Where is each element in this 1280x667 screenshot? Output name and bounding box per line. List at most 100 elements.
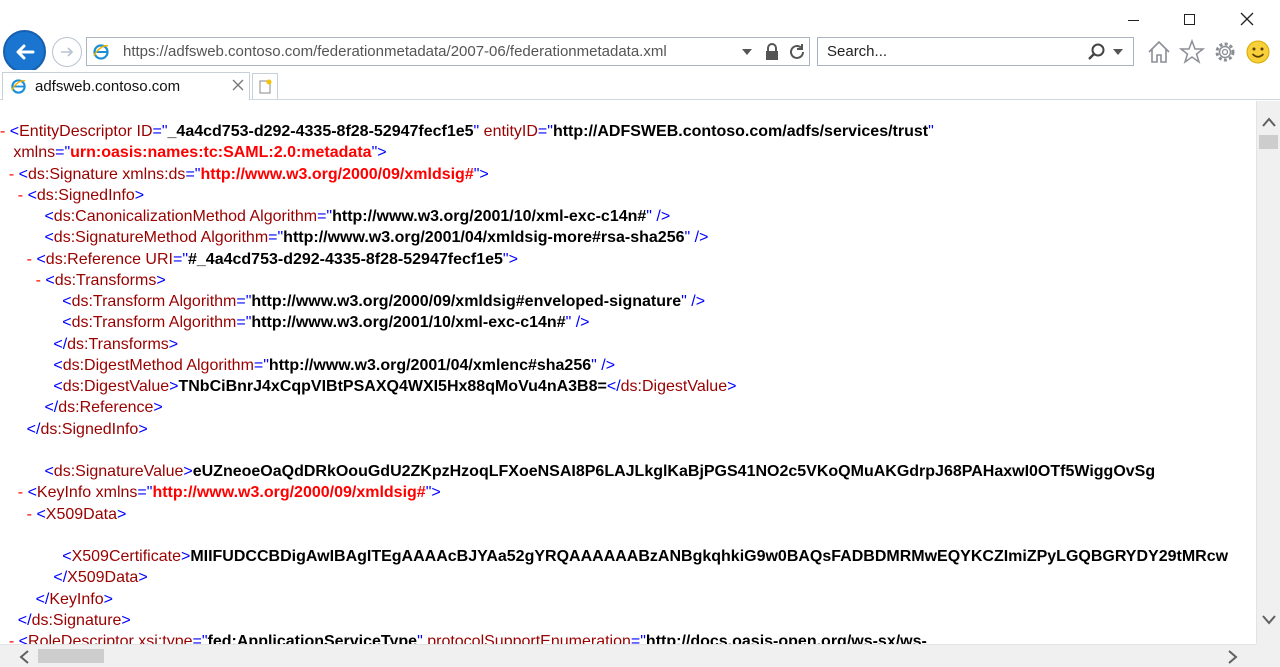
xml-tag-name: ds:Reference <box>45 250 141 268</box>
xml-line: <ds:CanonicalizationMethod Algorithm="ht… <box>0 206 1228 227</box>
xml-delimiter: > <box>156 271 166 289</box>
xml-tag-name: ds:SignatureMethod <box>53 229 197 247</box>
xml-delimiter: " /> <box>684 229 709 247</box>
collapse-toggle[interactable]: - <box>0 187 28 204</box>
xml-delimiter: > <box>138 569 148 587</box>
xml-attribute-name: Algorithm <box>165 293 237 310</box>
xml-delimiter: " /> <box>565 314 590 332</box>
refresh-icon[interactable] <box>787 42 807 62</box>
close-button[interactable] <box>1224 6 1270 32</box>
xml-delimiter: </ <box>0 335 68 353</box>
xml-line: - <X509Data> <box>0 504 1228 525</box>
xml-line <box>0 525 1228 546</box>
horizontal-scrollbar[interactable] <box>0 644 1256 667</box>
xml-delimiter: " /> <box>591 356 616 374</box>
xml-line: </X509Data> <box>0 567 1228 588</box>
xml-delimiter: < <box>0 463 54 480</box>
search-input[interactable]: Search... <box>827 43 887 60</box>
maximize-icon <box>1183 13 1195 25</box>
xml-value: fed:ApplicationServiceType <box>207 633 418 644</box>
xml-delimiter: =" <box>172 250 188 268</box>
forward-arrow-icon <box>61 47 74 57</box>
xml-attribute-name: Algorithm <box>245 208 318 225</box>
xml-delimiter: > <box>134 186 145 204</box>
gear-icon[interactable] <box>1211 38 1239 66</box>
xml-delimiter: </ <box>0 569 68 587</box>
xml-delimiter: < <box>18 165 29 183</box>
xml-line: - <ds:SignedInfo> <box>0 185 1228 206</box>
xml-delimiter: =" <box>236 314 252 332</box>
smiley-icon[interactable] <box>1244 38 1272 66</box>
maximize-button[interactable] <box>1166 6 1212 32</box>
home-icon[interactable] <box>1145 38 1173 66</box>
xml-delimiter: > <box>138 420 148 438</box>
scroll-down-icon[interactable] <box>1261 613 1277 627</box>
xml-tag-name: ds:Transforms <box>67 335 169 353</box>
xml-tag-name: ds:SignedInfo <box>36 186 135 204</box>
xml-value: http://ADFSWEB.contoso.com/adfs/services… <box>552 123 929 140</box>
xml-attribute-name: entityID <box>479 123 538 140</box>
xml-delimiter: =" <box>537 123 553 140</box>
collapse-toggle[interactable]: - <box>0 166 19 183</box>
vertical-scrollbar[interactable] <box>1256 101 1280 644</box>
xml-tag-name: ds:DigestValue <box>62 378 170 395</box>
xml-line: </ds:Transforms> <box>0 334 1228 355</box>
tab-title: adfsweb.contoso.com <box>35 78 181 95</box>
xml-line: - <ds:Transforms> <box>0 270 1228 291</box>
xml-delimiter: < <box>0 314 72 332</box>
horizontal-scroll-thumb[interactable] <box>38 649 104 663</box>
xml-delimiter: < <box>36 505 46 523</box>
tab-close-icon[interactable] <box>232 79 244 91</box>
xml-value: http://www.w3.org/2001/04/xmldsig-more#r… <box>283 229 685 247</box>
xml-tag-name: ds:DigestValue <box>620 378 728 395</box>
collapse-toggle[interactable]: - <box>0 633 19 644</box>
scroll-up-icon[interactable] <box>1261 115 1277 129</box>
xml-tag-name: RoleDescriptor <box>28 633 134 644</box>
search-box[interactable]: Search... <box>817 37 1134 66</box>
collapse-toggle[interactable]: - <box>0 251 36 268</box>
star-icon[interactable] <box>1178 38 1206 66</box>
search-dropdown-icon[interactable] <box>1113 49 1123 55</box>
collapse-toggle[interactable]: - <box>0 484 28 501</box>
scroll-left-icon[interactable] <box>17 650 31 664</box>
xml-delimiter: "> <box>502 250 518 268</box>
xml-delimiter: =" <box>55 144 71 162</box>
collapse-toggle[interactable]: - <box>0 123 10 140</box>
xml-tag-name: X509Data <box>67 569 139 587</box>
xml-delimiter: < <box>0 356 63 374</box>
new-tab-icon <box>259 79 272 93</box>
xml-line: - <KeyInfo xmlns="http://www.w3.org/2000… <box>0 482 1228 503</box>
xml-line: </KeyInfo> <box>0 589 1228 610</box>
xml-delimiter: < <box>27 484 37 502</box>
address-dropdown-icon[interactable] <box>742 49 752 55</box>
back-button[interactable] <box>3 30 46 73</box>
xml-value: #_4a4cd753-d292-4335-8f28-52947fecf1e5 <box>188 250 503 268</box>
xml-tag-name: X509Data <box>45 505 117 523</box>
tab-strip: adfsweb.contoso.com <box>0 70 1280 100</box>
xml-value: _4a4cd753-d292-4335-8f28-52947fecf1e5 <box>167 123 474 140</box>
xml-delimiter: </ <box>0 399 59 417</box>
address-url[interactable]: https://adfsweb.contoso.com/federationme… <box>123 43 667 60</box>
collapse-toggle[interactable]: - <box>0 272 45 289</box>
xml-tag-name: ds:CanonicalizationMethod <box>53 208 246 225</box>
collapse-toggle[interactable]: - <box>0 506 36 523</box>
lock-icon[interactable] <box>764 43 780 61</box>
xml-delimiter: =" <box>268 229 284 247</box>
xml-attribute-name: ID <box>132 123 153 140</box>
minimize-icon <box>1127 19 1139 21</box>
xml-delimiter: < <box>27 186 37 204</box>
vertical-scroll-thumb[interactable] <box>1259 135 1278 149</box>
tab-adfsweb[interactable]: adfsweb.contoso.com <box>2 72 250 100</box>
xml-delimiter: =" <box>152 123 168 140</box>
xml-delimiter: > <box>180 548 191 565</box>
xml-tag-name: X509Certificate <box>71 548 181 565</box>
xml-line: </ds:Signature> <box>0 610 1228 631</box>
forward-button[interactable] <box>52 37 82 67</box>
new-tab-button[interactable] <box>252 73 278 99</box>
xml-delimiter: </ <box>0 420 41 438</box>
minimize-button[interactable] <box>1110 6 1156 32</box>
search-icon[interactable] <box>1086 42 1106 62</box>
xml-attribute-name: xmlns <box>0 144 56 162</box>
scroll-right-icon[interactable] <box>1226 650 1240 664</box>
address-bar[interactable]: https://adfsweb.contoso.com/federationme… <box>86 37 810 66</box>
